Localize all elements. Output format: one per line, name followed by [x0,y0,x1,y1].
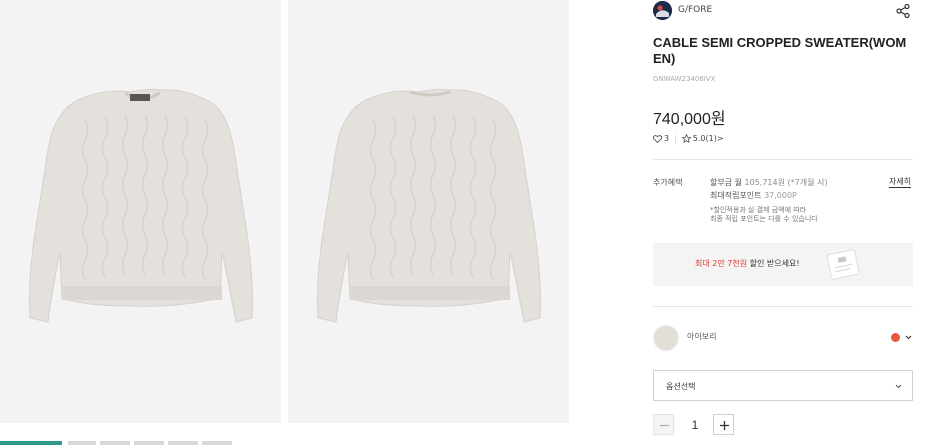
color-swatch-ivory[interactable] [653,325,679,351]
points-value: 37,000P [764,191,797,200]
thumbnail-1[interactable] [0,441,62,445]
divider [653,306,913,307]
thumbnail-strip [0,441,570,445]
thumbnail-6[interactable] [202,441,232,445]
thumbnail-4[interactable] [134,441,164,445]
option-select-label: 옵션선택 [666,382,696,391]
thumbnail-3[interactable] [100,441,130,445]
heart-icon[interactable] [653,134,662,143]
discount-banner[interactable]: 최대 2만 7천원 할인 받으세요! [653,243,913,286]
plus-icon [720,421,729,430]
product-price: 740,000원 [653,111,726,128]
like-count: 3 [664,134,670,143]
product-image-back[interactable] [288,0,569,423]
banner-text: 최대 2만 7천원 할인 받으세요! [695,258,800,269]
detail-link[interactable]: 자세히 [889,176,912,188]
chevron-down-icon [895,384,902,389]
star-icon [681,134,691,143]
meta-separator: | [674,134,677,143]
color-indicator-dot[interactable] [891,333,900,342]
minus-icon [660,424,669,427]
installment-prefix: 할부금 월 [710,178,745,187]
product-meta: 3 | 5.0(1)> [653,134,724,143]
product-gallery [0,0,570,445]
points-prefix: 최대적립포인트 [710,191,765,200]
quantity-decrement-button[interactable] [653,414,674,435]
thumbnail-2[interactable] [68,441,96,445]
thumbnail-5[interactable] [168,441,198,445]
sweater-back-image [288,0,569,423]
product-code: GNWAW23406IVX [653,75,716,83]
option-select[interactable]: 옵션선택 [653,370,913,401]
color-name: 아이보리 [687,332,717,341]
product-image-front[interactable] [0,0,281,423]
share-icon[interactable] [895,3,911,19]
brand-logo-icon[interactable] [653,1,672,20]
quantity-increment-button[interactable] [713,414,734,435]
points-info: 최대적립포인트 37,000P [710,190,797,201]
chevron-down-icon[interactable] [904,333,913,342]
points-note-line2: 최종 적립 포인트는 다를 수 있습니다 [710,215,818,223]
brand-row: G/FORE [653,0,913,24]
divider [653,159,913,160]
quantity-value[interactable]: 1 [689,418,701,432]
coupon-card-icon [826,249,860,280]
banner-message: 할인 받으세요! [747,259,800,268]
product-title: CABLE SEMI CROPPED SWEATER(WOMEN) [653,35,907,66]
rating-link[interactable]: 5.0(1)> [693,134,724,143]
installment-info: 할부금 월 105,714원 (*7개월 시) [710,177,827,188]
installment-detail: 105,714원 (*7개월 시) [744,178,828,187]
banner-highlight: 최대 2만 7천원 [695,259,748,268]
brand-name[interactable]: G/FORE [678,5,712,15]
sweater-front-image [0,0,281,423]
benefit-label: 추가혜택 [653,178,683,187]
